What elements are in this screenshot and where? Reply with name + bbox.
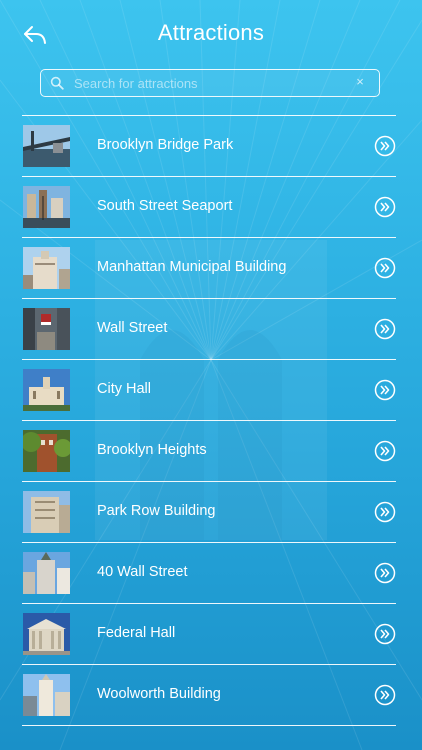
page-title: Attractions [157,20,265,45]
chevron-right-circle-icon[interactable] [374,257,396,279]
chevron-right-circle-icon[interactable] [374,501,396,523]
chevron-right-circle-icon[interactable] [374,379,396,401]
list-item[interactable]: South Street Seaport [22,176,396,237]
list-item-label: Brooklyn Bridge Park [97,137,234,153]
thumbnail-image [23,125,70,167]
thumbnail-image [23,491,70,533]
list-item-label: Park Row Building [97,503,216,519]
thumbnail-image [23,247,70,289]
chevron-right-circle-icon[interactable] [374,440,396,462]
chevron-right-circle-icon[interactable] [374,562,396,584]
attractions-list: Brooklyn Bridge Park South Street Seapor… [22,115,396,726]
list-item[interactable]: Federal Hall [22,603,396,664]
list-item[interactable]: Wall Street [22,298,396,359]
list-item[interactable]: Woolworth Building [22,664,396,726]
search-bar[interactable]: × [40,69,380,97]
list-item-label: Federal Hall [97,625,176,641]
header: Attractions [0,0,422,64]
list-item-label: South Street Seaport [97,198,233,214]
list-item[interactable]: 40 Wall Street [22,542,396,603]
thumbnail-image [23,430,70,472]
list-item[interactable]: Brooklyn Bridge Park [22,115,396,176]
thumbnail-image [23,613,70,655]
chevron-right-circle-icon[interactable] [374,196,396,218]
thumbnail-image [23,186,70,228]
list-item-label: Woolworth Building [97,686,221,702]
list-item[interactable]: City Hall [22,359,396,420]
clear-icon[interactable]: × [353,75,367,89]
list-item-label: City Hall [97,381,151,397]
thumbnail-image [23,369,70,411]
search-input[interactable] [74,72,344,94]
thumbnail-image [23,308,70,350]
thumbnail-image [23,552,70,594]
chevron-right-circle-icon[interactable] [374,318,396,340]
search-icon [50,76,64,90]
thumbnail-image [23,674,70,716]
list-item-label: 40 Wall Street [97,564,188,580]
list-item[interactable]: Park Row Building [22,481,396,542]
list-item[interactable]: Brooklyn Heights [22,420,396,481]
list-item-label: Wall Street [97,320,168,336]
list-item[interactable]: Manhattan Municipal Building [22,237,396,298]
list-item-label: Manhattan Municipal Building [97,259,287,275]
list-item-label: Brooklyn Heights [97,442,207,458]
chevron-right-circle-icon[interactable] [374,684,396,706]
chevron-right-circle-icon[interactable] [374,135,396,157]
chevron-right-circle-icon[interactable] [374,623,396,645]
